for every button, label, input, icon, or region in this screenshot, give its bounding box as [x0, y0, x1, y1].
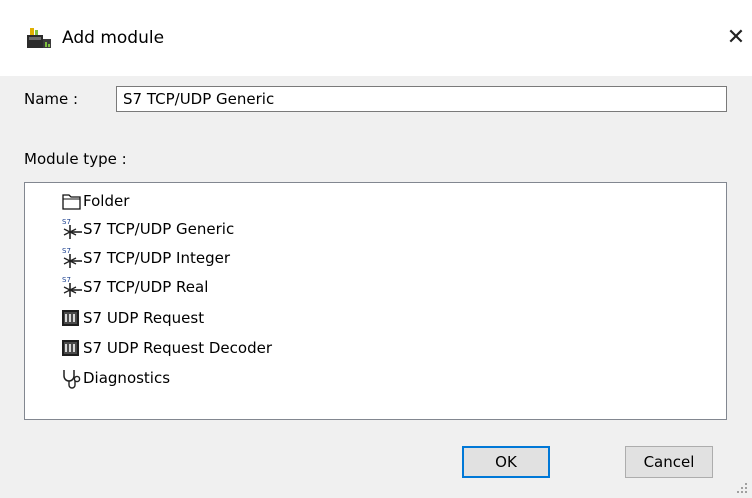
svg-text:S7: S7 [62, 247, 71, 255]
svg-text:S7: S7 [62, 276, 71, 284]
dialog-title: Add module [62, 28, 165, 48]
module-block-icon [62, 340, 79, 356]
module-block-icon [62, 310, 79, 326]
ok-button[interactable]: OK [462, 446, 550, 478]
stethoscope-icon [63, 370, 81, 389]
s7-network-icon: S7 [62, 247, 82, 268]
folder-icon [62, 194, 81, 210]
title-bar: Add module ✕ [0, 0, 752, 76]
module-type-label: Module type : [24, 150, 127, 168]
list-item-label: S7 TCP/UDP Generic [83, 220, 235, 238]
add-module-dialog: Add module ✕ Name : Module type : Folder… [0, 0, 752, 498]
list-item-label: S7 TCP/UDP Real [83, 278, 209, 296]
list-item-label: Diagnostics [83, 369, 171, 387]
close-button[interactable]: ✕ [722, 24, 750, 52]
list-item-label: S7 UDP Request Decoder [83, 339, 272, 357]
module-type-list[interactable]: Folder S7 S7 TCP/UDP Generic S7 S7 TCP/U… [24, 182, 727, 420]
svg-text:S7: S7 [62, 218, 71, 226]
add-module-icon [27, 28, 51, 48]
list-item-label: S7 TCP/UDP Integer [83, 249, 230, 267]
s7-network-icon: S7 [62, 218, 82, 239]
name-input[interactable] [116, 86, 727, 112]
list-item-label: Folder [83, 192, 130, 210]
s7-network-icon: S7 [62, 276, 82, 297]
resize-grip-icon[interactable] [736, 482, 748, 494]
cancel-button[interactable]: Cancel [625, 446, 713, 478]
list-item-label: S7 UDP Request [83, 309, 205, 327]
name-label: Name : [24, 90, 79, 108]
